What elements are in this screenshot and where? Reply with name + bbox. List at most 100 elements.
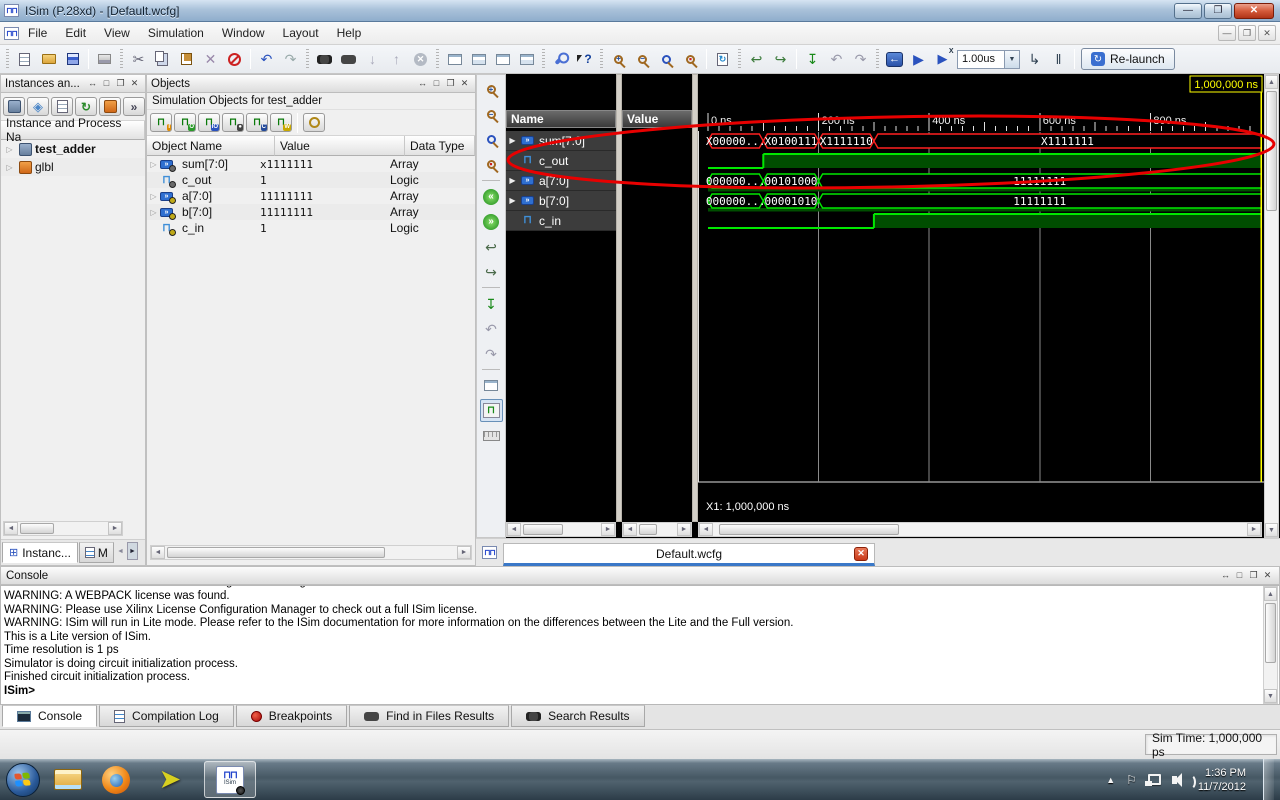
open-file-icon[interactable] [37,48,60,71]
tab-default-wcfg[interactable]: Default.wcfg ✕ [503,543,875,566]
goto-time-zero-button[interactable]: « [480,185,503,208]
cut-icon[interactable]: ✂ [127,48,150,71]
scroll-right-icon[interactable]: ► [108,522,122,535]
swap-cursor-button[interactable] [480,374,503,397]
expand-arrow-icon[interactable]: ▷ [3,163,16,172]
wave-zoom-full-button[interactable] [480,128,503,151]
scroll-up-icon[interactable]: ▲ [1265,75,1278,89]
next-marker-button[interactable]: ↷ [480,342,503,365]
panel-restore-icon[interactable]: ❐ [444,77,457,90]
tab-breakpoints[interactable]: Breakpoints [236,705,347,727]
cascade-windows-icon[interactable] [443,48,466,71]
expand-arrow-icon[interactable]: ▶ [506,176,519,185]
add-marker-button[interactable]: ↧ [480,292,503,315]
toggle-instances-button[interactable] [3,97,25,116]
scroll-thumb[interactable] [719,524,899,535]
wave-zoom-in-button[interactable]: + [480,78,503,101]
scroll-thumb[interactable] [167,547,385,558]
scroll-thumb[interactable] [1266,91,1277,211]
filter-inouts-button[interactable]: ⊓IO [198,113,220,132]
filter-outputs-button[interactable]: ⊓O [174,113,196,132]
menu-layout[interactable]: Layout [274,24,328,42]
read-only-icon[interactable] [223,48,246,71]
console-panel-title-bar[interactable]: Console ↔ □ ❐ ✕ [0,566,1280,585]
mdi-restore-button[interactable]: ❐ [1238,25,1256,41]
column-header-data-type[interactable]: Data Type [405,136,475,156]
whats-this-help-icon[interactable]: ? [573,48,596,71]
object-row-c_out[interactable]: ⊓c_out1Logic [147,172,475,188]
prev-page-button[interactable]: ↩ [480,235,503,258]
taskbar-explorer-button[interactable] [48,762,88,798]
tile-vertical-icon[interactable] [491,48,514,71]
panel-maximize-icon[interactable]: □ [100,77,113,90]
find-in-files-icon[interactable] [337,48,360,71]
scroll-left-icon[interactable]: ◄ [507,523,521,536]
break-icon[interactable]: ‖ [1047,48,1070,71]
tab-scroll-right-icon[interactable]: ► [127,542,138,560]
reload-button[interactable]: ↻ [75,97,97,116]
tray-expand-icon[interactable]: ▲ [1106,775,1115,785]
wave-sum[7:0][interactable]: X00000...X0100111X1111110X1111111 [706,134,1261,148]
wave-signal-row-sum[7:0][interactable]: ▶»sum[7:0] [506,131,616,151]
start-button[interactable] [6,763,40,797]
toggle-design-units-button[interactable]: ◈ [27,97,49,116]
goto-latest-time-button[interactable]: » [480,210,503,233]
expand-arrow-icon[interactable]: ▶ [506,196,519,205]
object-row-b[7:0][interactable]: ▷»b[7:0]11111111Array [147,204,475,220]
waveform-canvas[interactable]: 0 ns200 ns400 ns600 ns800 nsX00000...X01… [698,74,1264,522]
taskbar-ise-button[interactable]: ➤ [144,761,196,798]
overflow-chevron[interactable]: » [123,97,145,116]
filter-constants-button[interactable]: ⊓C [246,113,268,132]
panel-restore-icon[interactable]: ❐ [1247,569,1260,582]
tab-search-results[interactable]: Search Results [511,705,644,727]
panel-float-icon[interactable]: ↔ [1219,569,1232,582]
scroll-down-icon[interactable]: ▼ [1264,689,1277,703]
tree-item-glbl[interactable]: ▷glbl [1,158,145,176]
scroll-left-icon[interactable]: ◄ [4,522,18,535]
paste-icon[interactable] [175,48,198,71]
tab-instances[interactable]: ⊞ Instanc... [2,542,78,563]
tab-close-icon[interactable]: ✕ [854,547,868,561]
scroll-thumb[interactable] [1265,603,1276,663]
run-time-value[interactable]: 1.00us [957,50,1005,69]
panel-restore-icon[interactable]: ❐ [114,77,127,90]
next-transition-icon[interactable]: ↷ [849,48,872,71]
menu-view[interactable]: View [95,24,139,42]
undo-icon[interactable]: ↶ [255,48,278,71]
scroll-thumb[interactable] [20,523,54,534]
redo-icon[interactable]: ↷ [279,48,302,71]
panel-float-icon[interactable]: ↔ [86,77,99,90]
goto-previous-icon[interactable]: ↩ [745,48,768,71]
tab-scroll-left-icon[interactable]: ◄ [115,542,126,560]
select-mode-button[interactable]: ⊓ [480,399,503,422]
delete-icon[interactable]: ✕ [199,48,222,71]
scroll-left-icon[interactable]: ◄ [699,523,713,536]
object-row-sum[7:0][interactable]: ▷»sum[7:0]x1111111Array [147,156,475,172]
wave-signal-row-c_out[interactable]: ⊓c_out [506,151,616,171]
new-file-icon[interactable] [13,48,36,71]
network-icon[interactable] [1148,774,1161,785]
run-all-icon[interactable]: ▶ [907,48,930,71]
chevron-down-icon[interactable]: ▼ [1004,50,1020,69]
scroll-down-icon[interactable]: ▼ [1265,523,1278,537]
panel-close-icon[interactable]: ✕ [458,77,471,90]
wave-hscrollbar[interactable]: ◄ ► [698,522,1262,537]
menu-window[interactable]: Window [213,24,274,42]
panel-float-icon[interactable]: ↔ [416,77,429,90]
value-hscrollbar[interactable]: ◄ ► [622,522,692,537]
expand-arrow-icon[interactable]: ▷ [147,208,160,217]
menu-file[interactable]: File [19,24,56,42]
copy-icon[interactable] [151,48,174,71]
panel-maximize-icon[interactable]: □ [1233,569,1246,582]
wave-b[7:0][interactable]: 000000...0000101011111111 [706,194,1261,212]
name-hscrollbar[interactable]: ◄ ► [506,522,616,537]
wave-zoom-out-button[interactable]: − [480,103,503,126]
break-on-change-button[interactable] [303,113,325,132]
objects-hscrollbar[interactable]: ◄ ► [150,545,472,560]
panel-maximize-icon[interactable]: □ [430,77,443,90]
instances-hscrollbar[interactable]: ◄ ► [3,521,123,536]
panel-close-icon[interactable]: ✕ [1261,569,1274,582]
prev-marker-button[interactable]: ↶ [480,317,503,340]
toggle-source-button[interactable] [51,97,73,116]
wave-zoom-cursor-button[interactable]: ▪ [480,153,503,176]
